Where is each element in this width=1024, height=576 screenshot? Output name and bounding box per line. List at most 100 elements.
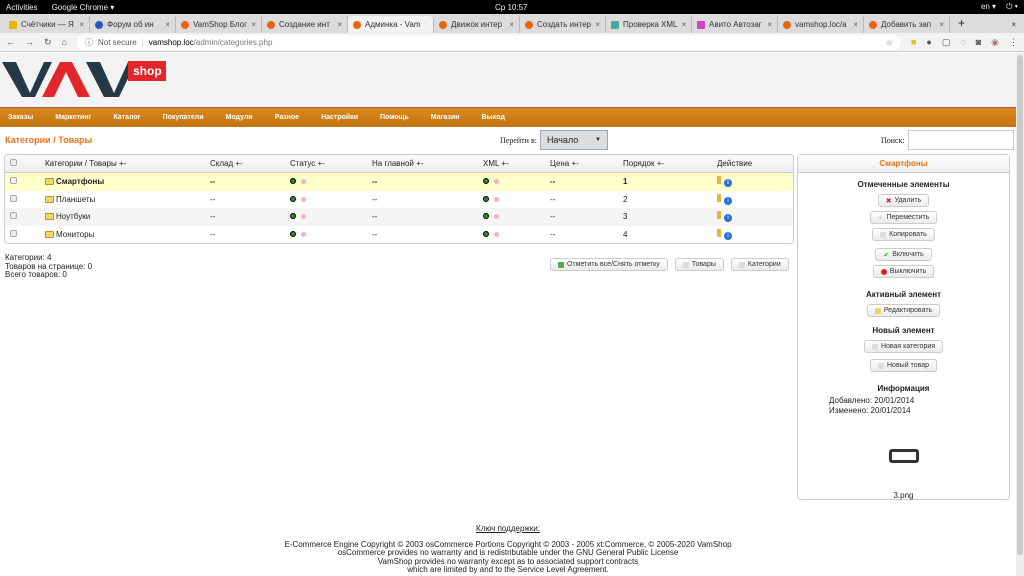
nav-store[interactable]: Магазин bbox=[431, 114, 460, 121]
col-xml[interactable]: XML +- bbox=[483, 159, 550, 168]
table-row[interactable]: Планшеты -- -- -- 2 i bbox=[5, 191, 793, 209]
menu-icon[interactable]: ⋮ bbox=[1009, 37, 1018, 48]
status-on-icon[interactable] bbox=[290, 230, 296, 237]
categories-button[interactable]: Категории bbox=[730, 258, 789, 271]
extension-icon[interactable]: ◌ bbox=[960, 37, 965, 47]
close-tab-icon[interactable]: × bbox=[939, 20, 944, 29]
forward-icon[interactable]: → bbox=[25, 37, 34, 47]
close-tab-icon[interactable]: × bbox=[251, 20, 256, 29]
table-row[interactable]: Ноутбуки -- -- -- 3 i bbox=[5, 208, 793, 226]
close-tab-icon[interactable]: × bbox=[337, 20, 342, 29]
clock[interactable]: Ср 10:57 bbox=[495, 3, 527, 12]
close-tab-icon[interactable]: × bbox=[767, 20, 772, 29]
close-tab-icon[interactable]: × bbox=[165, 20, 170, 29]
xml-off-icon[interactable] bbox=[494, 214, 499, 220]
edit-icon[interactable] bbox=[717, 211, 721, 220]
xml-on-icon[interactable] bbox=[483, 178, 489, 185]
edit-button[interactable]: Редактировать bbox=[866, 304, 941, 317]
nav-customers[interactable]: Покупатели bbox=[163, 114, 204, 121]
xml-on-icon[interactable] bbox=[483, 213, 489, 220]
xml-off-icon[interactable] bbox=[494, 231, 499, 237]
delete-button[interactable]: ✖ Удалить bbox=[877, 194, 930, 207]
status-off-icon[interactable] bbox=[301, 196, 306, 202]
disable-button[interactable]: Выключить bbox=[872, 265, 935, 278]
col-name[interactable]: Категории / Товары +- bbox=[45, 159, 210, 168]
col-stock[interactable]: Склад +- bbox=[210, 159, 290, 168]
app-menu[interactable]: Google Chrome ▾ bbox=[52, 3, 115, 12]
row-checkbox[interactable] bbox=[10, 212, 17, 220]
close-tab-icon[interactable]: × bbox=[853, 20, 858, 29]
info-icon[interactable]: i bbox=[724, 214, 732, 223]
info-icon[interactable]: i bbox=[724, 196, 732, 205]
select-all-checkbox[interactable] bbox=[10, 159, 17, 166]
vamshop-logo[interactable]: shop bbox=[2, 57, 166, 103]
camera-icon[interactable]: ◙ bbox=[976, 37, 981, 47]
nav-help[interactable]: Помощь bbox=[380, 114, 409, 121]
xml-on-icon[interactable] bbox=[483, 195, 489, 202]
reload-icon[interactable]: ↻ bbox=[44, 37, 52, 48]
goto-select[interactable]: Начало ▼ bbox=[539, 130, 608, 150]
status-on-icon[interactable] bbox=[290, 213, 296, 220]
browser-tab[interactable]: Проверка XML × bbox=[606, 16, 692, 33]
extension-icon[interactable]: ▢ bbox=[942, 37, 951, 48]
extension-icon[interactable]: ■ bbox=[911, 37, 916, 47]
profile-avatar[interactable]: ◉ bbox=[991, 37, 999, 48]
close-tab-icon[interactable]: × bbox=[682, 20, 687, 29]
scrollbar-thumb[interactable] bbox=[1017, 55, 1023, 555]
move-button[interactable]: ⁘ Переместить bbox=[869, 211, 938, 224]
status-on-icon[interactable] bbox=[290, 195, 296, 202]
close-tab-icon[interactable]: × bbox=[595, 20, 600, 29]
row-checkbox[interactable] bbox=[10, 177, 17, 185]
search-input[interactable] bbox=[907, 130, 1014, 150]
close-tab-icon[interactable]: × bbox=[509, 20, 514, 29]
row-checkbox[interactable] bbox=[10, 229, 17, 237]
new-product-button[interactable]: Новый товар bbox=[870, 359, 937, 372]
browser-tab[interactable]: Создание инт × bbox=[262, 16, 348, 33]
nav-marketing[interactable]: Маркетинг bbox=[55, 114, 91, 121]
xml-on-icon[interactable] bbox=[483, 230, 489, 237]
category-name[interactable]: Мониторы bbox=[56, 230, 94, 239]
browser-tab[interactable]: VamShop Блог × bbox=[176, 16, 262, 33]
status-off-icon[interactable] bbox=[301, 231, 306, 237]
edit-icon[interactable] bbox=[717, 228, 721, 237]
close-window-icon[interactable]: × bbox=[1003, 20, 1024, 33]
info-icon[interactable]: i bbox=[724, 179, 732, 188]
browser-tab[interactable]: vamshop.loc/a × bbox=[778, 16, 864, 33]
col-order[interactable]: Порядок +- bbox=[623, 159, 717, 168]
nav-orders[interactable]: Заказы bbox=[8, 114, 33, 121]
col-home[interactable]: На главной +- bbox=[372, 159, 483, 168]
address-bar[interactable]: ⓘ Not secure | vamshop.loc/admin/categor… bbox=[76, 34, 901, 50]
activities-button[interactable]: Activities bbox=[6, 3, 38, 12]
enable-button[interactable]: ✔ Включить bbox=[875, 248, 932, 261]
info-icon[interactable]: i bbox=[724, 231, 732, 240]
browser-tab[interactable]: Движок интер × bbox=[434, 16, 520, 33]
close-tab-icon[interactable]: × bbox=[79, 20, 84, 29]
power-icon[interactable]: ⏻ ▾ bbox=[1006, 2, 1018, 12]
category-name[interactable]: Ноутбуки bbox=[56, 212, 90, 221]
nav-logout[interactable]: Выход bbox=[482, 114, 505, 121]
browser-tab[interactable]: Счётчики — Я × bbox=[4, 16, 90, 33]
language-menu[interactable]: en ▾ bbox=[981, 2, 996, 12]
back-icon[interactable]: ← bbox=[6, 37, 15, 47]
browser-tab[interactable]: Добавить зап × bbox=[864, 16, 950, 33]
page-scrollbar[interactable] bbox=[1016, 53, 1024, 576]
new-category-button[interactable]: Новая категория bbox=[863, 340, 944, 353]
copy-button[interactable]: Копировать bbox=[872, 228, 935, 241]
support-key-link[interactable]: Ключ поддержки: bbox=[0, 524, 1016, 534]
category-name[interactable]: Смартфоны bbox=[56, 177, 104, 186]
table-row[interactable]: Смартфоны -- -- -- 1 i bbox=[5, 173, 793, 191]
row-checkbox[interactable] bbox=[10, 194, 17, 202]
browser-tab[interactable]: Авито Автозаг × bbox=[692, 16, 778, 33]
new-tab-button[interactable]: + bbox=[950, 16, 973, 33]
nav-settings[interactable]: Настройки bbox=[321, 114, 358, 121]
browser-tab-active[interactable]: Админка - Vam bbox=[348, 16, 434, 33]
table-row[interactable]: Мониторы -- -- -- 4 i bbox=[5, 226, 793, 244]
extension-icon[interactable]: ● bbox=[926, 37, 931, 47]
col-status[interactable]: Статус +- bbox=[290, 159, 372, 168]
status-on-icon[interactable] bbox=[290, 178, 296, 185]
edit-icon[interactable] bbox=[717, 193, 721, 202]
nav-modules[interactable]: Модули bbox=[226, 114, 253, 121]
category-name[interactable]: Планшеты bbox=[56, 195, 95, 204]
home-icon[interactable]: ⌂ bbox=[62, 37, 67, 47]
xml-off-icon[interactable] bbox=[494, 179, 499, 185]
